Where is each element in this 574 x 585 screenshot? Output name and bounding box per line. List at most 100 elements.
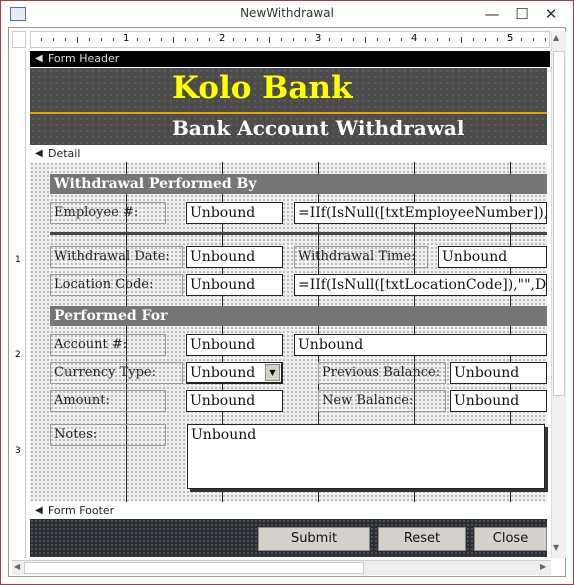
ruler-tick — [149, 38, 150, 41]
withdrawal-time-label[interactable]: Withdrawal Time: — [294, 246, 428, 268]
ruler-mark: 1 — [15, 255, 21, 265]
withdrawal-time-field[interactable]: Unbound — [438, 246, 547, 268]
detail-bar[interactable]: ◀ Detail — [30, 146, 550, 162]
ruler-tick — [305, 38, 306, 41]
ruler-tick — [257, 38, 258, 41]
ruler-mark: 3 — [15, 446, 21, 456]
scroll-right-icon[interactable]: ▶ — [540, 562, 546, 571]
account-number-field[interactable]: Unbound — [186, 334, 283, 356]
new-balance-field[interactable]: Unbound — [450, 390, 547, 412]
form-subtitle-label[interactable]: Bank Account Withdrawal — [172, 116, 464, 140]
ruler-mark: 4 — [411, 33, 418, 44]
header-divider-line[interactable] — [30, 112, 547, 114]
ruler-mark: 2 — [15, 350, 21, 360]
ruler-mark: 1 — [123, 33, 130, 44]
submit-button[interactable]: Submit — [258, 527, 370, 551]
ruler-tick — [77, 37, 78, 43]
vertical-scrollbar[interactable]: ▲ ▼ — [551, 31, 566, 558]
account-label[interactable]: Account #: — [50, 334, 166, 356]
horizontal-ruler — [30, 31, 550, 48]
ruler-tick — [269, 37, 270, 43]
location-code-label[interactable]: Location Code: — [50, 274, 183, 296]
employee-number-field[interactable]: Unbound — [186, 202, 283, 224]
reset-button[interactable]: Reset — [378, 527, 466, 551]
ruler-tick — [473, 38, 474, 41]
section-arrow-icon: ◀ — [35, 505, 43, 516]
ruler-tick — [449, 38, 450, 41]
maximize-icon[interactable]: ☐ — [512, 4, 532, 24]
ruler-tick — [89, 38, 90, 41]
bank-name-label[interactable]: Kolo Bank — [172, 70, 353, 106]
ruler-tick — [425, 38, 426, 41]
ruler-tick — [137, 38, 138, 41]
withdrawal-date-field[interactable]: Unbound — [186, 246, 283, 268]
currency-type-combo[interactable]: Unbound ▼ — [186, 362, 283, 384]
currency-type-value: Unbound — [190, 365, 256, 381]
performed-for-heading[interactable]: Performed For — [50, 306, 547, 326]
ruler-tick — [185, 38, 186, 41]
separator-line[interactable] — [50, 232, 547, 235]
scroll-up-icon[interactable]: ▲ — [553, 33, 559, 42]
section-label: Form Header — [48, 52, 120, 65]
scroll-left-icon[interactable]: ◀ — [14, 562, 20, 571]
close-button[interactable]: Close — [474, 527, 547, 551]
ruler-tick — [53, 38, 54, 41]
amount-field[interactable]: Unbound — [186, 390, 283, 412]
new-balance-label[interactable]: New Balance: — [318, 390, 446, 412]
dropdown-arrow-icon[interactable]: ▼ — [265, 364, 280, 381]
ruler-tick — [101, 38, 102, 41]
vertical-ruler — [12, 51, 26, 558]
ruler-tick — [281, 38, 282, 41]
account-name-field[interactable]: Unbound — [294, 334, 547, 356]
form-selector[interactable] — [12, 31, 26, 48]
section-label: Form Footer — [48, 504, 115, 517]
close-icon[interactable]: ✕ — [541, 4, 561, 24]
ruler-tick — [173, 37, 174, 43]
employee-name-expression[interactable]: =IIf(IsNull([txtEmployeeNumber]),' — [294, 202, 547, 224]
form-footer-bar[interactable]: ◀ Form Footer — [30, 503, 550, 519]
notes-field[interactable]: Unbound — [187, 424, 545, 489]
location-code-field[interactable]: Unbound — [186, 274, 283, 296]
employee-label[interactable]: Employee #: — [50, 202, 166, 224]
ruler-tick — [113, 38, 114, 41]
ruler-tick — [365, 37, 366, 43]
ruler-tick — [389, 38, 390, 41]
ruler-tick — [377, 38, 378, 41]
ruler-tick — [329, 38, 330, 41]
currency-type-label[interactable]: Currency Type: — [50, 362, 183, 384]
horizontal-scroll-thumb[interactable] — [24, 562, 364, 574]
horizontal-scrollbar[interactable]: ◀ ▶ — [12, 560, 551, 575]
ruler-tick — [233, 38, 234, 41]
ruler-tick — [485, 38, 486, 41]
ruler-tick — [41, 38, 42, 41]
ruler-tick — [461, 37, 462, 43]
ruler-tick — [293, 38, 294, 41]
scroll-down-icon[interactable]: ▼ — [553, 543, 559, 552]
ruler-tick — [401, 38, 402, 41]
previous-balance-field[interactable]: Unbound — [450, 362, 547, 384]
amount-label[interactable]: Amount: — [50, 390, 166, 412]
ruler-tick — [209, 38, 210, 41]
section-label: Detail — [48, 147, 81, 160]
withdrawal-date-label[interactable]: Withdrawal Date: — [50, 246, 183, 268]
ruler-tick — [497, 38, 498, 41]
minimize-icon[interactable]: — — [482, 4, 502, 24]
ruler-mark: 5 — [507, 33, 514, 44]
previous-balance-label[interactable]: Previous Balance: — [318, 362, 446, 384]
ruler-tick — [545, 38, 546, 41]
ruler-tick — [161, 38, 162, 41]
notes-label[interactable]: Notes: — [50, 424, 166, 446]
vertical-scroll-thumb[interactable] — [553, 51, 565, 396]
ruler-mark: 2 — [219, 33, 226, 44]
ruler-tick — [245, 38, 246, 41]
performed-by-heading[interactable]: Withdrawal Performed By — [50, 174, 547, 194]
section-arrow-icon: ◀ — [35, 53, 43, 64]
ruler-tick — [533, 38, 534, 41]
form-header-bar[interactable]: ◀ Form Header — [30, 51, 550, 67]
ruler-tick — [521, 38, 522, 41]
section-arrow-icon: ◀ — [35, 148, 43, 159]
location-name-expression[interactable]: =IIf(IsNull([txtLocationCode]),"",DI — [294, 274, 547, 296]
ruler-tick — [341, 38, 342, 41]
ruler-mark: 3 — [315, 33, 322, 44]
ruler-tick — [437, 38, 438, 41]
